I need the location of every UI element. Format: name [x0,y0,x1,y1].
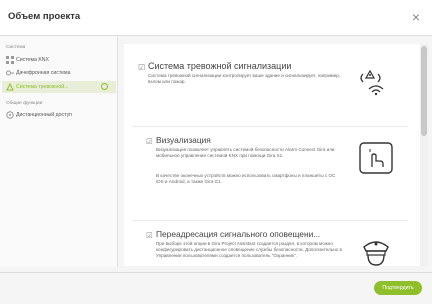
touch-panel-icon [356,139,396,179]
visualization-card: ☑ Визуализация Визуализация позволяет уп… [132,126,408,218]
sidebar-group-system-label: Система [6,45,26,50]
alarm-forwarding-checkbox[interactable]: ☑ [146,231,153,240]
security-guard-icon [356,231,396,266]
sidebar-item-alarm-system[interactable]: Система тревожной... [2,81,116,93]
sidebar-item-door-system[interactable]: Дачефронная система [2,67,116,79]
wireless-alarm-icon [356,62,396,102]
scrollbar-thumb[interactable] [421,46,427,136]
status-ok-icon [101,83,108,90]
project-scope-dialog: Объем проекта × Система Система KNX Даче… [0,0,432,304]
remote-access-icon [6,111,14,119]
key-icon [6,69,14,77]
visualization-description: Визуализация позволяет управлять системо… [156,147,335,158]
title-bar: Объем проекта × [0,0,432,36]
sidebar-item-label: Дистанционный доступ [16,112,72,118]
alarm-system-checkbox[interactable]: ☑ [138,63,145,72]
knx-grid-icon [6,56,14,64]
alarm-system-description: Система тревожной сигнализации контролир… [148,73,341,84]
sidebar-item-label: Система тревожной... [16,84,69,90]
confirm-button[interactable]: Подтвердить [374,281,422,295]
alarm-forwarding-card: ☑ Переадресация сигнального оповещени...… [132,220,408,266]
main-content: ☑ Система тревожной сигнализации Система… [124,44,420,266]
sidebar-item-label: Дачефронная система [16,70,71,76]
vertical-scrollbar[interactable] [420,44,428,266]
visualization-title: Визуализация [156,135,211,145]
visualization-checkbox[interactable]: ☑ [146,137,153,146]
alarm-system-title: Система тревожной сигнализации [148,61,292,71]
sidebar-item-remote-access[interactable]: Дистанционный доступ [2,109,116,121]
visualization-description-2: В качестве оконечных устройств можно исп… [156,173,336,184]
dialog-title: Объем проекта [8,11,81,22]
alarm-forwarding-title: Переадресация сигнального оповещени... [156,229,321,239]
sidebar-group-common-label: Общие функции [6,101,43,106]
alarm-icon [6,82,14,91]
close-icon[interactable]: × [406,6,426,28]
sidebar-item-knx[interactable]: Система KNX [2,54,116,66]
sidebar: Система Система KNX Дачефронная система … [0,37,118,267]
alarm-system-header: ☑ Система тревожной сигнализации Система… [124,44,420,122]
sidebar-item-label: Система KNX [16,57,49,63]
dialog-footer: Подтвердить [0,272,432,304]
alarm-forwarding-description: При выборе этой опции в Gira Project Ass… [156,241,342,258]
